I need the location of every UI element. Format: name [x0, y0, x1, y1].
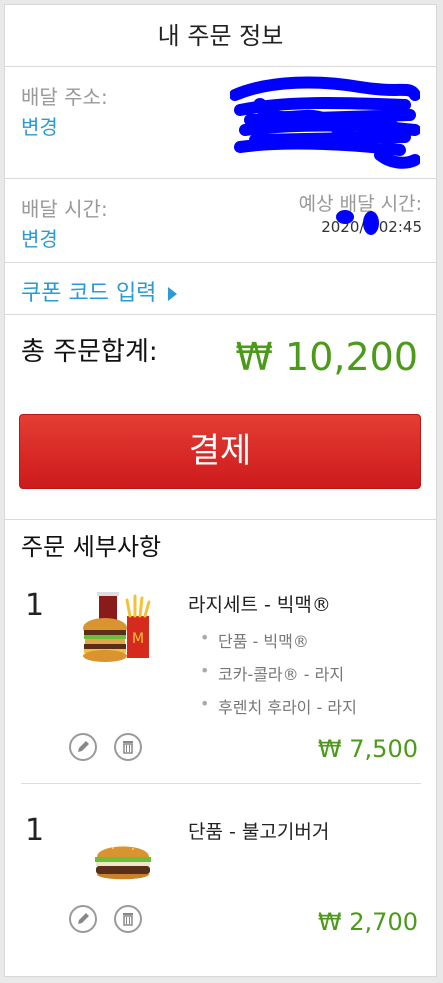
edit-button[interactable]	[69, 905, 97, 933]
item-name: 단품 - 불고기버거	[188, 821, 330, 843]
order-item: 1 M 라지세트 - 빅맥® 단품 - 빅맥® 코카-콜라® - 라지 후렌치 …	[5, 580, 436, 780]
item-sub-list: 단품 - 빅맥® 코카-콜라® - 라지 후렌치 후라이 - 라지	[200, 628, 357, 727]
item-price: ₩ 2,700	[317, 908, 418, 936]
order-item: 1 단품 - 불고기버거 ₩ 2,700	[5, 805, 436, 975]
triangle-right-icon	[168, 287, 178, 301]
pay-button[interactable]: 결제	[19, 414, 421, 489]
item-divider	[21, 783, 421, 784]
total-amount: ₩ 10,200	[235, 335, 418, 379]
order-info-card: 내 주문 정보 배달 주소: 변경 배달 시간: 변경 예상 배달 시간: 20…	[4, 4, 437, 977]
trash-icon	[123, 741, 133, 754]
delivery-time-label: 배달 시간:	[21, 197, 108, 221]
total-label: 총 주문합계:	[21, 337, 158, 367]
redacted-time	[336, 210, 379, 235]
trash-icon	[123, 913, 133, 926]
bulgogi-burger-image	[95, 845, 151, 880]
delivery-time-change-link[interactable]: 변경	[21, 223, 58, 252]
redacted-address	[230, 76, 420, 169]
coupon-link[interactable]: 쿠폰 코드 입력	[21, 275, 178, 307]
item-price: ₩ 7,500	[317, 735, 418, 763]
pencil-icon	[78, 913, 89, 924]
sub-item: 단품 - 빅맥®	[200, 628, 357, 652]
coupon-row[interactable]: 쿠폰 코드 입력	[5, 263, 436, 315]
address-label: 배달 주소:	[21, 85, 108, 109]
item-quantity: 1	[25, 813, 45, 848]
delete-button[interactable]	[114, 733, 142, 761]
edit-button[interactable]	[69, 733, 97, 761]
address-row: 배달 주소: 변경	[5, 67, 436, 179]
item-name: 라지세트 - 빅맥®	[188, 594, 331, 616]
sub-item: 코카-콜라® - 라지	[200, 661, 357, 685]
item-quantity: 1	[25, 588, 45, 623]
page-title: 내 주문 정보	[5, 5, 436, 67]
coupon-label: 쿠폰 코드 입력	[21, 281, 157, 306]
bigmac-set-image: M	[83, 592, 151, 662]
delete-button[interactable]	[114, 905, 142, 933]
pencil-icon	[78, 741, 89, 752]
address-change-link[interactable]: 변경	[21, 111, 58, 140]
sub-item: 후렌치 후라이 - 라지	[200, 694, 357, 718]
svg-text:M: M	[132, 631, 144, 647]
delivery-time-row: 배달 시간: 변경 예상 배달 시간: 2020/0 02:45	[5, 179, 436, 263]
order-details-heading: 주문 세부사항	[21, 533, 162, 561]
